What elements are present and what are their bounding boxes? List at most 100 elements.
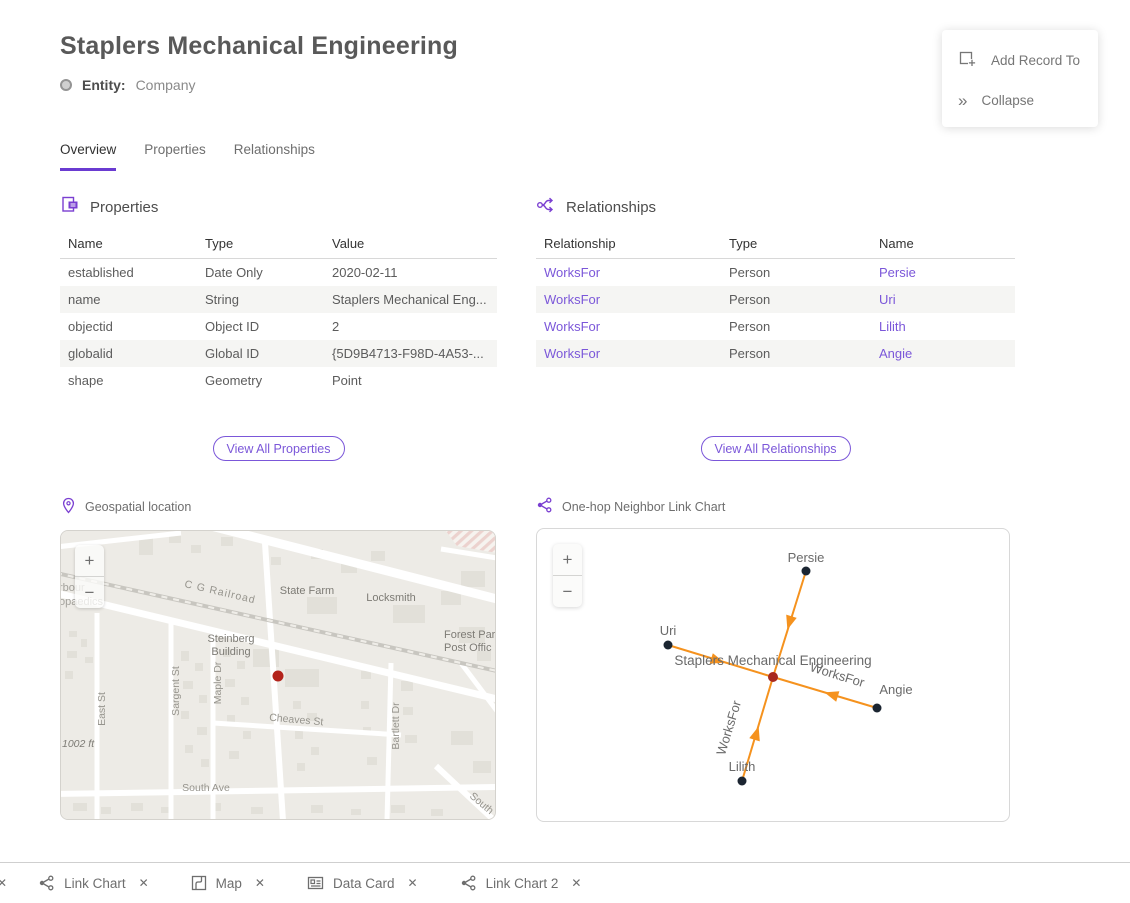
table-row: objectid Object ID 2 [60, 313, 497, 340]
tab-bar: Overview Properties Relationships [60, 142, 315, 171]
map-label-forest-1: Forest Par [444, 629, 496, 641]
data-card-page: Staplers Mechanical Engineering Entity: … [0, 0, 1130, 903]
map-zoom-control: + − [75, 545, 104, 608]
zoom-in-button[interactable]: + [553, 544, 582, 575]
relationship-link[interactable]: WorksFor [536, 286, 721, 313]
relationship-link[interactable]: WorksFor [536, 259, 721, 287]
view-all-relationships-button[interactable]: View All Relationships [700, 436, 850, 461]
entity-label: Entity: [82, 77, 126, 93]
relationships-icon [536, 196, 556, 218]
close-icon[interactable]: ✕ [139, 876, 149, 890]
map-scale-text: 1002 ft [62, 738, 95, 750]
entity-row: Entity: Company [60, 77, 195, 93]
view-tab-label: Link Chart 2 [486, 876, 559, 891]
table-row: name String Staplers Mechanical Eng... [60, 286, 497, 313]
zoom-in-button[interactable]: + [75, 545, 104, 576]
table-row: shape Geometry Point [60, 367, 497, 394]
table-row: WorksFor Person Uri [536, 286, 1015, 313]
map-label-steinberg-1: Steinberg [207, 633, 254, 645]
property-name: established [60, 259, 197, 287]
property-name: objectid [60, 313, 197, 340]
property-name: name [60, 286, 197, 313]
view-tab-label: Map [216, 876, 242, 891]
map-label-maple-dr: Maple Dr [212, 661, 224, 704]
property-type: Date Only [197, 259, 324, 287]
relationship-link[interactable]: WorksFor [536, 340, 721, 367]
close-icon[interactable]: ✕ [0, 876, 7, 890]
close-icon[interactable]: ✕ [408, 876, 418, 890]
one-hop-link-chart[interactable]: WorksFor WorksFor Persie Uri Angie Lilit… [536, 528, 1010, 822]
column-header-name: Name [871, 229, 1015, 259]
view-tab-data-card[interactable]: Data Card ✕ [307, 875, 418, 891]
property-type: Object ID [197, 313, 324, 340]
column-header-relationship: Relationship [536, 229, 721, 259]
node-angie[interactable] [873, 704, 882, 713]
tab-overview[interactable]: Overview [60, 142, 116, 171]
table-row: WorksFor Person Persie [536, 259, 1015, 287]
node-lilith[interactable] [738, 777, 747, 786]
node-uri[interactable] [664, 641, 673, 650]
properties-section: Properties Name Type Value established D… [60, 195, 497, 461]
entity-color-dot [60, 79, 72, 91]
view-tab-bar: ✕ Link Chart ✕ Map ✕ [0, 862, 1130, 903]
table-row: globalid Global ID {5D9B4713-F98D-4A53-.… [60, 340, 497, 367]
data-card-icon [307, 875, 324, 891]
zoom-out-button[interactable]: − [553, 576, 582, 607]
section-title: Relationships [566, 199, 656, 216]
relationship-type: Person [721, 286, 871, 313]
properties-table: Name Type Value established Date Only 20… [60, 229, 497, 394]
property-value: {5D9B4713-F98D-4A53-... [324, 340, 497, 367]
menu-item-collapse[interactable]: » Collapse [942, 82, 1098, 119]
zoom-out-button[interactable]: − [75, 577, 104, 608]
view-tab-link-chart-2[interactable]: Link Chart 2 ✕ [460, 875, 582, 891]
column-header-type: Type [197, 229, 324, 259]
table-header-row: Name Type Value [60, 229, 497, 259]
property-type: String [197, 286, 324, 313]
entity-link[interactable]: Persie [871, 259, 1015, 287]
chart-zoom-control: + − [553, 544, 582, 607]
link-chart-canvas: WorksFor WorksFor Persie Uri Angie Lilit… [537, 529, 1010, 822]
map-entity-marker[interactable] [273, 671, 284, 682]
section-title: One-hop Neighbor Link Chart [562, 500, 725, 514]
entity-link[interactable]: Lilith [871, 313, 1015, 340]
view-tab-link-chart[interactable]: Link Chart ✕ [38, 875, 149, 891]
entity-link[interactable]: Uri [871, 286, 1015, 313]
node-center-company[interactable] [768, 672, 778, 682]
section-title: Geospatial location [85, 500, 191, 514]
link-chart-icon [536, 497, 553, 516]
entity-link[interactable]: Angie [871, 340, 1015, 367]
node-persie[interactable] [802, 567, 811, 576]
edge-label-worksfor-lilith: WorksFor [713, 698, 744, 757]
relationship-type: Person [721, 313, 871, 340]
tab-relationships[interactable]: Relationships [234, 142, 315, 171]
relationship-type: Person [721, 340, 871, 367]
map-label-east-st: East St [96, 692, 108, 726]
section-title: Properties [90, 199, 158, 216]
geospatial-section-header: Geospatial location [61, 497, 191, 517]
node-label-center: Staplers Mechanical Engineering [674, 653, 871, 668]
page-title: Staplers Mechanical Engineering [60, 32, 458, 61]
close-icon[interactable]: ✕ [571, 876, 581, 890]
relationship-type: Person [721, 259, 871, 287]
close-icon[interactable]: ✕ [255, 876, 265, 890]
node-label-angie: Angie [879, 682, 912, 697]
property-value: Point [324, 367, 497, 394]
menu-item-label: Add Record To [991, 53, 1080, 68]
data-card-icon [60, 195, 80, 219]
link-chart-section-header: One-hop Neighbor Link Chart [536, 497, 725, 516]
table-row: WorksFor Person Lilith [536, 313, 1015, 340]
property-type: Global ID [197, 340, 324, 367]
tab-properties[interactable]: Properties [144, 142, 206, 171]
node-label-uri: Uri [660, 623, 677, 638]
relationships-section-header: Relationships [536, 195, 1015, 219]
context-menu: Add Record To » Collapse [942, 30, 1098, 127]
view-all-properties-button[interactable]: View All Properties [213, 436, 345, 461]
geospatial-map[interactable]: C G Railroad State Farm Locksmith rbour … [60, 530, 496, 820]
menu-item-add-record[interactable]: Add Record To [942, 38, 1098, 82]
entity-value: Company [136, 77, 196, 93]
map-label-steinberg-2: Building [211, 646, 250, 658]
relationship-link[interactable]: WorksFor [536, 313, 721, 340]
map-label-bartlett-dr: Bartlett Dr [390, 702, 402, 750]
view-tab-map[interactable]: Map ✕ [191, 875, 265, 891]
map-label-sargent-st: Sargent St [170, 666, 182, 716]
